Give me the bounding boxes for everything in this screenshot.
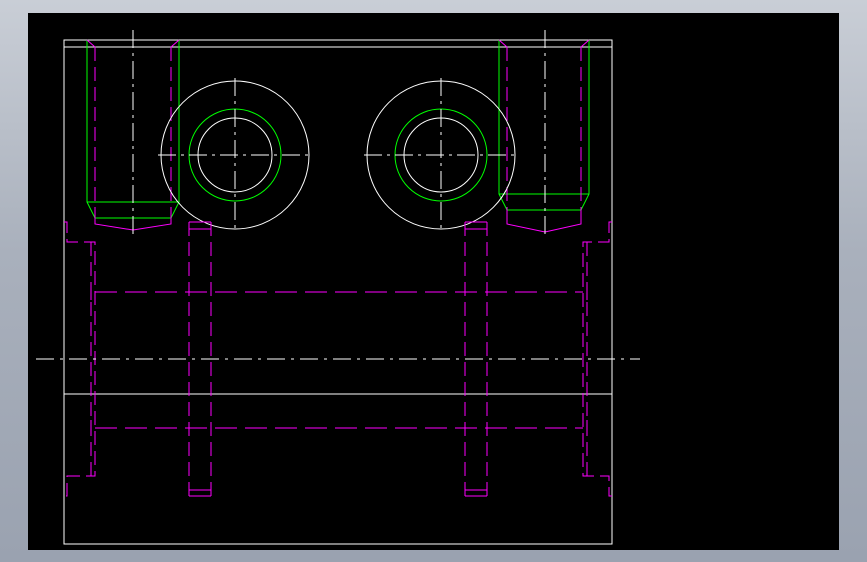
- chamfer-left-a: [86, 39, 96, 48]
- threaded-hole-left: [86, 30, 180, 235]
- chamfer-left-b: [170, 39, 180, 48]
- counterbore-hole-right: [364, 78, 518, 232]
- counterbore-hole-left: [158, 78, 312, 232]
- chamfer-right-a: [498, 39, 508, 48]
- centerlines: [36, 358, 640, 360]
- cad-drawing: [36, 30, 640, 545]
- threaded-hole-right: [498, 30, 590, 235]
- drill-point-right: [506, 210, 582, 233]
- chamfer-right-b: [580, 39, 590, 48]
- thread-outline-right: [498, 40, 590, 211]
